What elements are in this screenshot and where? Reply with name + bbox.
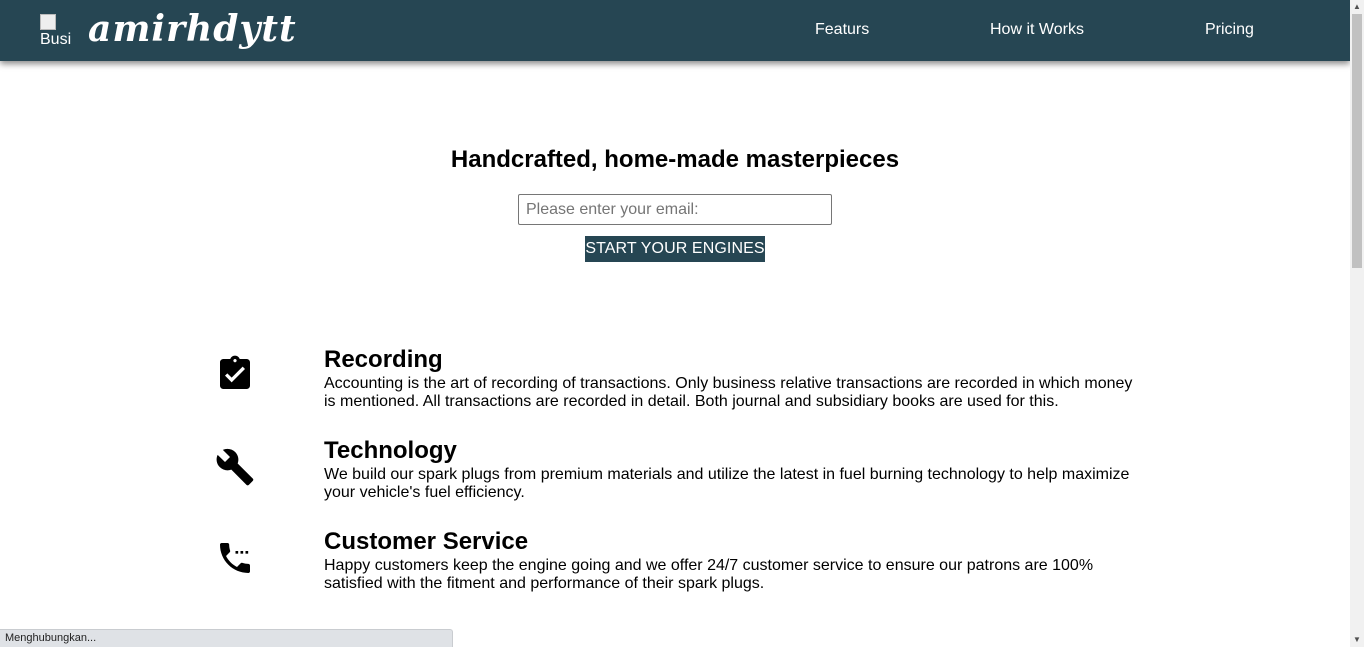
logo-image[interactable]: Busi [40,14,74,48]
logo-alt-text: Busi [40,31,72,48]
feature-description: Happy customers keep the engine going an… [324,557,1094,592]
clipboard-check-icon [220,355,250,389]
page: Busi amirhdytt Featurs How it Works Pric… [0,0,1350,647]
feature-title: Recording [324,346,443,373]
nav-link-features[interactable]: Featurs [815,21,869,39]
nav-link-pricing[interactable]: Pricing [1205,21,1254,39]
nav-link-how-it-works[interactable]: How it Works [990,21,1084,39]
start-engines-button[interactable]: START YOUR ENGINES [585,236,765,262]
browser-status-bar: Menghubungkan... [0,629,453,647]
site-header: Busi amirhdytt Featurs How it Works Pric… [0,0,1350,61]
feature-title: Customer Service [324,528,529,555]
email-input[interactable] [518,194,832,225]
brand-name: amirhdytt [88,8,297,50]
phone-in-talk-icon [220,543,250,573]
wrench-icon [216,448,254,486]
scroll-up-arrow-icon[interactable]: ▲ [1350,0,1364,14]
scroll-down-arrow-icon[interactable]: ▼ [1350,633,1364,647]
feature-title: Technology [324,437,457,464]
feature-description: Accounting is the art of recording of tr… [324,375,1133,410]
hero-title: Handcrafted, home-made masterpieces [450,146,900,173]
feature-description: We build our spark plugs from premium ma… [324,466,1130,501]
vertical-scrollbar[interactable]: ▲ ▼ [1350,0,1364,647]
broken-image-icon [40,14,56,30]
scrollbar-thumb[interactable] [1352,14,1362,268]
